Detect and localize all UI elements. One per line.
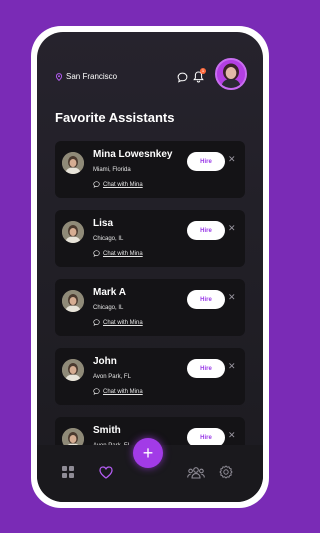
assistant-card: Mark A Chicago, IL Chat with Mina Hire ✕ xyxy=(55,279,245,336)
assistant-name: Smith xyxy=(93,425,121,436)
close-icon[interactable]: ✕ xyxy=(228,430,236,441)
close-icon[interactable]: ✕ xyxy=(228,154,236,165)
add-icon[interactable]: + xyxy=(133,438,163,468)
hire-button[interactable]: Hire xyxy=(187,221,225,240)
assistant-avatar xyxy=(62,152,84,174)
chat-link-label: Chat with Mina xyxy=(103,250,143,257)
profile-photo-icon xyxy=(217,60,245,88)
team-icon[interactable] xyxy=(187,466,205,479)
assistant-name: Mark A xyxy=(93,287,126,298)
chat-link[interactable]: Chat with Mina xyxy=(93,319,143,326)
chat-bubble-icon xyxy=(93,388,100,395)
chat-link[interactable]: Chat with Mina xyxy=(93,250,143,257)
close-icon[interactable]: ✕ xyxy=(228,223,236,234)
assistant-card: Lisa Chicago, IL Chat with Mina Hire ✕ xyxy=(55,210,245,267)
hire-button[interactable]: Hire xyxy=(187,290,225,309)
hire-button[interactable]: Hire xyxy=(187,152,225,171)
location-pin-icon xyxy=(55,72,63,81)
chat-link-label: Chat with Mina xyxy=(103,388,143,395)
assistant-name: Mina Lowesnkey xyxy=(93,149,173,160)
app-screen: San Francisco 1 Favorite Assistants Mina… xyxy=(37,32,263,502)
chat-link-label: Chat with Mina xyxy=(103,181,143,188)
assistant-name: John xyxy=(93,356,117,367)
location-label: San Francisco xyxy=(66,72,118,81)
phone-frame: San Francisco 1 Favorite Assistants Mina… xyxy=(31,26,269,508)
assistant-location: Avon Park, FL xyxy=(93,374,131,380)
notification-badge: 1 xyxy=(200,68,206,74)
chat-link[interactable]: Chat with Mina xyxy=(93,388,143,395)
location-selector[interactable]: San Francisco xyxy=(55,72,117,81)
assistant-avatar xyxy=(62,290,84,312)
settings-icon[interactable] xyxy=(219,465,233,479)
close-icon[interactable]: ✕ xyxy=(228,292,236,303)
assistant-card: John Avon Park, FL Chat with Mina Hire ✕ xyxy=(55,348,245,405)
chat-bubble-icon xyxy=(93,181,100,188)
avatar[interactable] xyxy=(215,58,247,90)
assistant-location: Chicago, IL xyxy=(93,305,124,311)
chat-link-label: Chat with Mina xyxy=(103,319,143,326)
assistant-card: Mina Lowesnkey Miami, Florida Chat with … xyxy=(55,141,245,198)
page-title: Favorite Assistants xyxy=(55,110,175,125)
chat-bubble-icon xyxy=(93,319,100,326)
assistant-location: Miami, Florida xyxy=(93,167,131,173)
assistant-name: Lisa xyxy=(93,218,114,229)
assistant-avatar xyxy=(62,221,84,243)
hire-button[interactable]: Hire xyxy=(187,359,225,378)
chat-link[interactable]: Chat with Mina xyxy=(93,181,143,188)
chat-bubble-icon xyxy=(93,250,100,257)
heart-icon[interactable] xyxy=(99,466,113,479)
dashboard-icon[interactable] xyxy=(62,466,74,478)
chat-icon[interactable] xyxy=(177,72,188,83)
assistant-avatar xyxy=(62,359,84,381)
close-icon[interactable]: ✕ xyxy=(228,361,236,372)
assistant-location: Chicago, IL xyxy=(93,236,124,242)
